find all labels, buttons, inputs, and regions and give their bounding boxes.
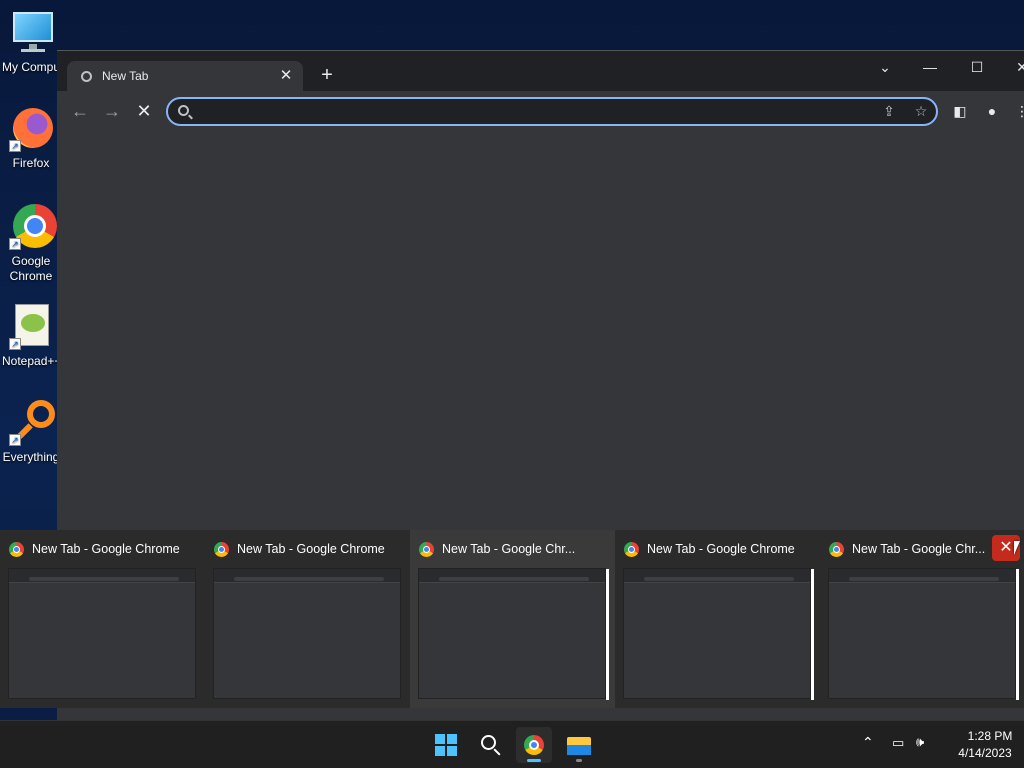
tab-favicon-icon — [81, 71, 92, 82]
search-icon — [178, 105, 189, 116]
close-window-button[interactable]: ✕ — [1007, 57, 1024, 77]
menu-kebab-icon[interactable]: ⋮ — [1009, 99, 1024, 123]
shortcut-arrow-icon: ↗ — [9, 238, 21, 250]
thumbnail-title: New Tab - Google Chrome — [647, 542, 795, 556]
thumbnail-title: New Tab - Google Chrome — [237, 542, 385, 556]
window-thumbnail[interactable]: New Tab - Google Chrome — [615, 530, 820, 708]
clock-date[interactable]: 4/14/2023 — [950, 746, 1020, 760]
desktop-icon-my-computer[interactable]: My Computer — [0, 10, 64, 74]
chrome-icon — [9, 542, 24, 557]
chrome-icon — [419, 542, 434, 557]
search-icon[interactable] — [472, 727, 508, 763]
chrome-icon — [624, 542, 639, 557]
monitor-icon — [9, 10, 55, 56]
window-thumbnail[interactable]: New Tab - Google Chrome — [205, 530, 410, 708]
taskbar: ⌃ ▭ 🕪 1:28 PM 4/14/2023 — [0, 720, 1024, 768]
shortcut-arrow-icon: ↗ — [9, 434, 21, 446]
desktop-icon-notepad-plus-plus[interactable]: ↗ Notepad++ — [0, 304, 64, 368]
file-explorer-folder-icon[interactable] — [561, 727, 597, 763]
everything-search-icon: ↗ — [9, 400, 55, 446]
thumbnail-preview — [828, 568, 1019, 700]
bookmark-star-icon[interactable]: ☆ — [910, 101, 932, 121]
browser-toolbar: ← → ✕ ⇪ ☆ ◧ ● ⋮ — [57, 91, 1024, 131]
volume-icon[interactable]: 🕪 — [916, 734, 924, 750]
tab-close-icon[interactable]: ✕ — [277, 67, 295, 85]
chevron-up-icon[interactable]: ⌃ — [862, 734, 874, 751]
omnibox-input[interactable] — [200, 103, 860, 121]
thumbnail-preview — [418, 568, 609, 700]
thumbnail-preview — [623, 568, 814, 700]
thumbnail-title: New Tab - Google Chr... — [852, 542, 986, 556]
desktop-icon-google-chrome[interactable]: ↗ Google Chrome — [0, 204, 64, 284]
desktop-icon-firefox[interactable]: ↗ Firefox — [0, 106, 64, 170]
desktop-icon-label: Firefox — [12, 156, 50, 170]
side-panel-icon[interactable]: ◧ — [947, 99, 973, 123]
profile-icon[interactable]: ● — [979, 99, 1005, 123]
new-tab-button[interactable]: + — [315, 63, 339, 87]
thumbnail-title: New Tab - Google Chrome — [32, 542, 180, 556]
desktop-icon-label: Google Chrome — [9, 254, 53, 283]
tab-strip: New Tab ✕ + ⌄ — ☐ ✕ — [57, 51, 1024, 91]
shortcut-arrow-icon: ↗ — [9, 338, 21, 350]
desktop-icon-everything[interactable]: ↗ Everything — [0, 400, 64, 464]
clock-time[interactable]: 1:28 PM — [960, 729, 1020, 743]
start-windows-icon[interactable] — [428, 727, 464, 763]
taskbar-thumbnail-preview: New Tab - Google Chrome New Tab - Google… — [0, 530, 1024, 708]
thumbnail-title: New Tab - Google Chr... — [442, 542, 576, 556]
taskbar-chrome-button[interactable] — [516, 727, 552, 763]
maximize-button[interactable]: ☐ — [962, 57, 992, 77]
omnibox[interactable]: ⇪ ☆ — [166, 97, 938, 126]
stop-loading-icon[interactable]: ✕ — [131, 99, 157, 123]
tab-search-chevron-icon[interactable]: ⌄ — [870, 57, 900, 77]
shortcut-arrow-icon: ↗ — [9, 140, 21, 152]
window-thumbnail[interactable]: New Tab - Google Chr... — [410, 530, 615, 708]
desktop-icon-label: Notepad++ — [2, 354, 60, 368]
notepad-plus-plus-icon: ↗ — [9, 304, 55, 350]
thumbnail-preview — [213, 568, 401, 699]
firefox-icon: ↗ — [9, 106, 55, 152]
tab-new-tab[interactable]: New Tab ✕ — [67, 61, 303, 91]
network-icon[interactable]: ▭ — [892, 735, 904, 751]
back-arrow-icon[interactable]: ← — [67, 99, 93, 123]
chrome-icon — [214, 542, 229, 557]
thumbnail-preview — [8, 568, 196, 699]
share-icon[interactable]: ⇪ — [878, 101, 900, 121]
chrome-icon: ↗ — [9, 204, 57, 250]
mouse-cursor-icon — [1014, 541, 1020, 555]
chrome-icon — [829, 542, 844, 557]
tab-title: New Tab — [102, 69, 149, 83]
minimize-button[interactable]: — — [915, 57, 945, 77]
desktop-icon-label: My Computer — [2, 60, 60, 74]
desktop-icon-label: Everything — [2, 450, 60, 464]
forward-arrow-icon[interactable]: → — [99, 99, 125, 123]
window-thumbnail[interactable]: New Tab - Google Chrome — [0, 530, 205, 708]
